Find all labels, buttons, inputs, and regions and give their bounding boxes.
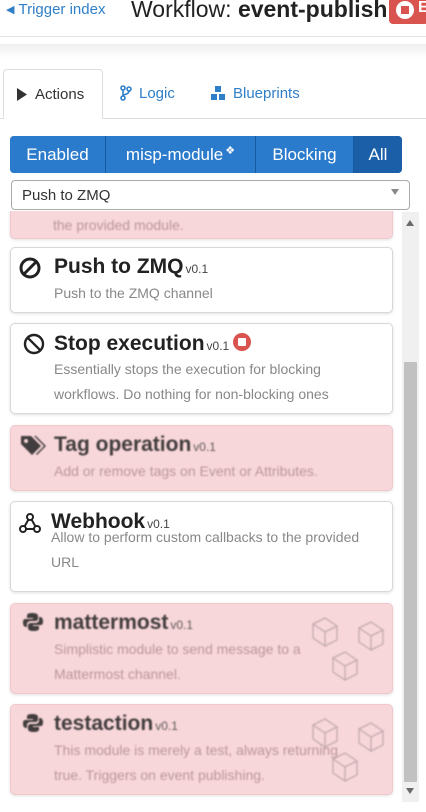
- module-name-text: Push to ZMQ: [54, 255, 184, 278]
- module-card-mattermost[interactable]: mattermost v0.1 Simplistic module to send…: [10, 603, 393, 694]
- workflow-title: Workflow: event-publish: [131, 0, 387, 23]
- module-search-select[interactable]: Push to ZMQ: [11, 180, 410, 210]
- back-to-trigger-index-link[interactable]: ◀ Trigger index: [6, 1, 105, 18]
- stop-button[interactable]: E: [389, 0, 426, 24]
- module-name-text: Tag operation: [54, 433, 192, 456]
- tags-icon: [20, 434, 48, 461]
- stop-circle-icon: [396, 1, 414, 19]
- module-name-text: mattermost: [54, 611, 169, 634]
- caret-left-icon: ◀: [6, 4, 15, 16]
- ban-icon: [23, 333, 45, 360]
- filter-all-button[interactable]: All: [354, 136, 402, 173]
- filter-enabled-label: Enabled: [26, 144, 89, 164]
- filter-misp-module-label: misp-module: [125, 144, 224, 164]
- filter-misp-module-button[interactable]: misp-module ❖: [106, 136, 256, 173]
- module-version: v0.1: [170, 618, 194, 632]
- workflow-title-name: event-publish: [237, 0, 388, 22]
- filter-blocking-button[interactable]: Blocking: [256, 136, 354, 173]
- module-name: mattermost v0.1: [54, 611, 193, 635]
- top-bar: ◀ Trigger index Workflow: event-publish …: [0, 0, 426, 34]
- blocking-stop-icon: [233, 333, 252, 352]
- scroll-up-arrow-icon[interactable]: [406, 220, 414, 226]
- filter-enabled-button[interactable]: Enabled: [10, 136, 106, 173]
- module-version: v0.1: [155, 719, 178, 733]
- tab-actions-label: Actions: [35, 85, 85, 103]
- module-list[interactable]: the provided module. Push to ZMQ v0.1 Pus…: [0, 211, 402, 802]
- module-filter-group: Enabled misp-module ❖ Blocking All: [10, 136, 402, 173]
- module-version: v0.1: [206, 339, 230, 353]
- module-card-stop-execution[interactable]: Stop execution v0.1 Essentially stops the…: [10, 323, 393, 414]
- tab-blueprints-label: Blueprints: [233, 84, 300, 102]
- filter-blocking-label: Blocking: [272, 144, 337, 164]
- module-card-partial[interactable]: the provided module.: [10, 211, 393, 239]
- module-card-webhook[interactable]: Webhook v0.1 Allow to perform custom call…: [10, 501, 393, 592]
- workflow-title-prefix: Workflow:: [131, 0, 238, 22]
- module-description: the provided module.: [53, 217, 184, 233]
- scroll-down-arrow-icon[interactable]: [406, 788, 414, 794]
- cubes-icon: [210, 85, 226, 101]
- python-icon: [23, 713, 43, 738]
- module-card-push-to-zmq[interactable]: Push to ZMQ v0.1 Push to the ZMQ channel: [10, 247, 393, 313]
- module-card-testaction[interactable]: testaction v0.1 This module is merely a t…: [10, 704, 393, 795]
- module-name: Tag operation v0.1: [54, 433, 216, 457]
- python-icon: [23, 612, 43, 637]
- module-description: This module is merely a test, always ret…: [54, 742, 338, 783]
- module-tabs: Actions Logic Blueprints: [0, 69, 426, 119]
- tab-logic-label: Logic: [139, 84, 175, 102]
- ban-icon: [19, 257, 41, 284]
- scrollbar-thumb[interactable]: [404, 362, 417, 782]
- module-name-text: Stop execution: [54, 332, 205, 355]
- module-description: Allow to perform custom callbacks to the…: [51, 529, 360, 570]
- panel-divider: [0, 44, 426, 58]
- play-icon: [16, 87, 28, 101]
- stop-button-label: E: [418, 0, 426, 16]
- module-card-tag-operation[interactable]: Tag operation v0.1 Add or remove tags on …: [10, 425, 393, 491]
- webhook-icon: [18, 512, 42, 539]
- module-name: Push to ZMQ v0.1: [54, 255, 208, 279]
- tab-actions[interactable]: Actions: [3, 69, 103, 119]
- tab-blueprints[interactable]: Blueprints: [198, 69, 312, 117]
- module-description: Simplistic module to send message to a M…: [54, 641, 301, 682]
- module-select-value: Push to ZMQ: [22, 187, 111, 204]
- module-version: v0.1: [193, 440, 216, 454]
- module-list-scrollbar[interactable]: [402, 212, 419, 802]
- module-description: Essentially stops the execution for bloc…: [54, 361, 329, 402]
- dropdown-arrow-icon: [391, 189, 399, 195]
- module-name-text: testaction: [54, 712, 154, 735]
- module-name: Stop execution v0.1: [54, 332, 252, 356]
- back-link-label: Trigger index: [18, 1, 106, 18]
- module-description: Push to the ZMQ channel: [54, 285, 213, 301]
- module-version: v0.1: [185, 262, 209, 276]
- branch-icon: [120, 85, 132, 101]
- tab-logic[interactable]: Logic: [108, 69, 187, 117]
- module-description: Add or remove tags on Event or Attribute…: [54, 463, 318, 479]
- module-name: testaction v0.1: [54, 712, 178, 736]
- misp-module-icon: ❖: [225, 145, 236, 157]
- filter-all-label: All: [368, 144, 388, 164]
